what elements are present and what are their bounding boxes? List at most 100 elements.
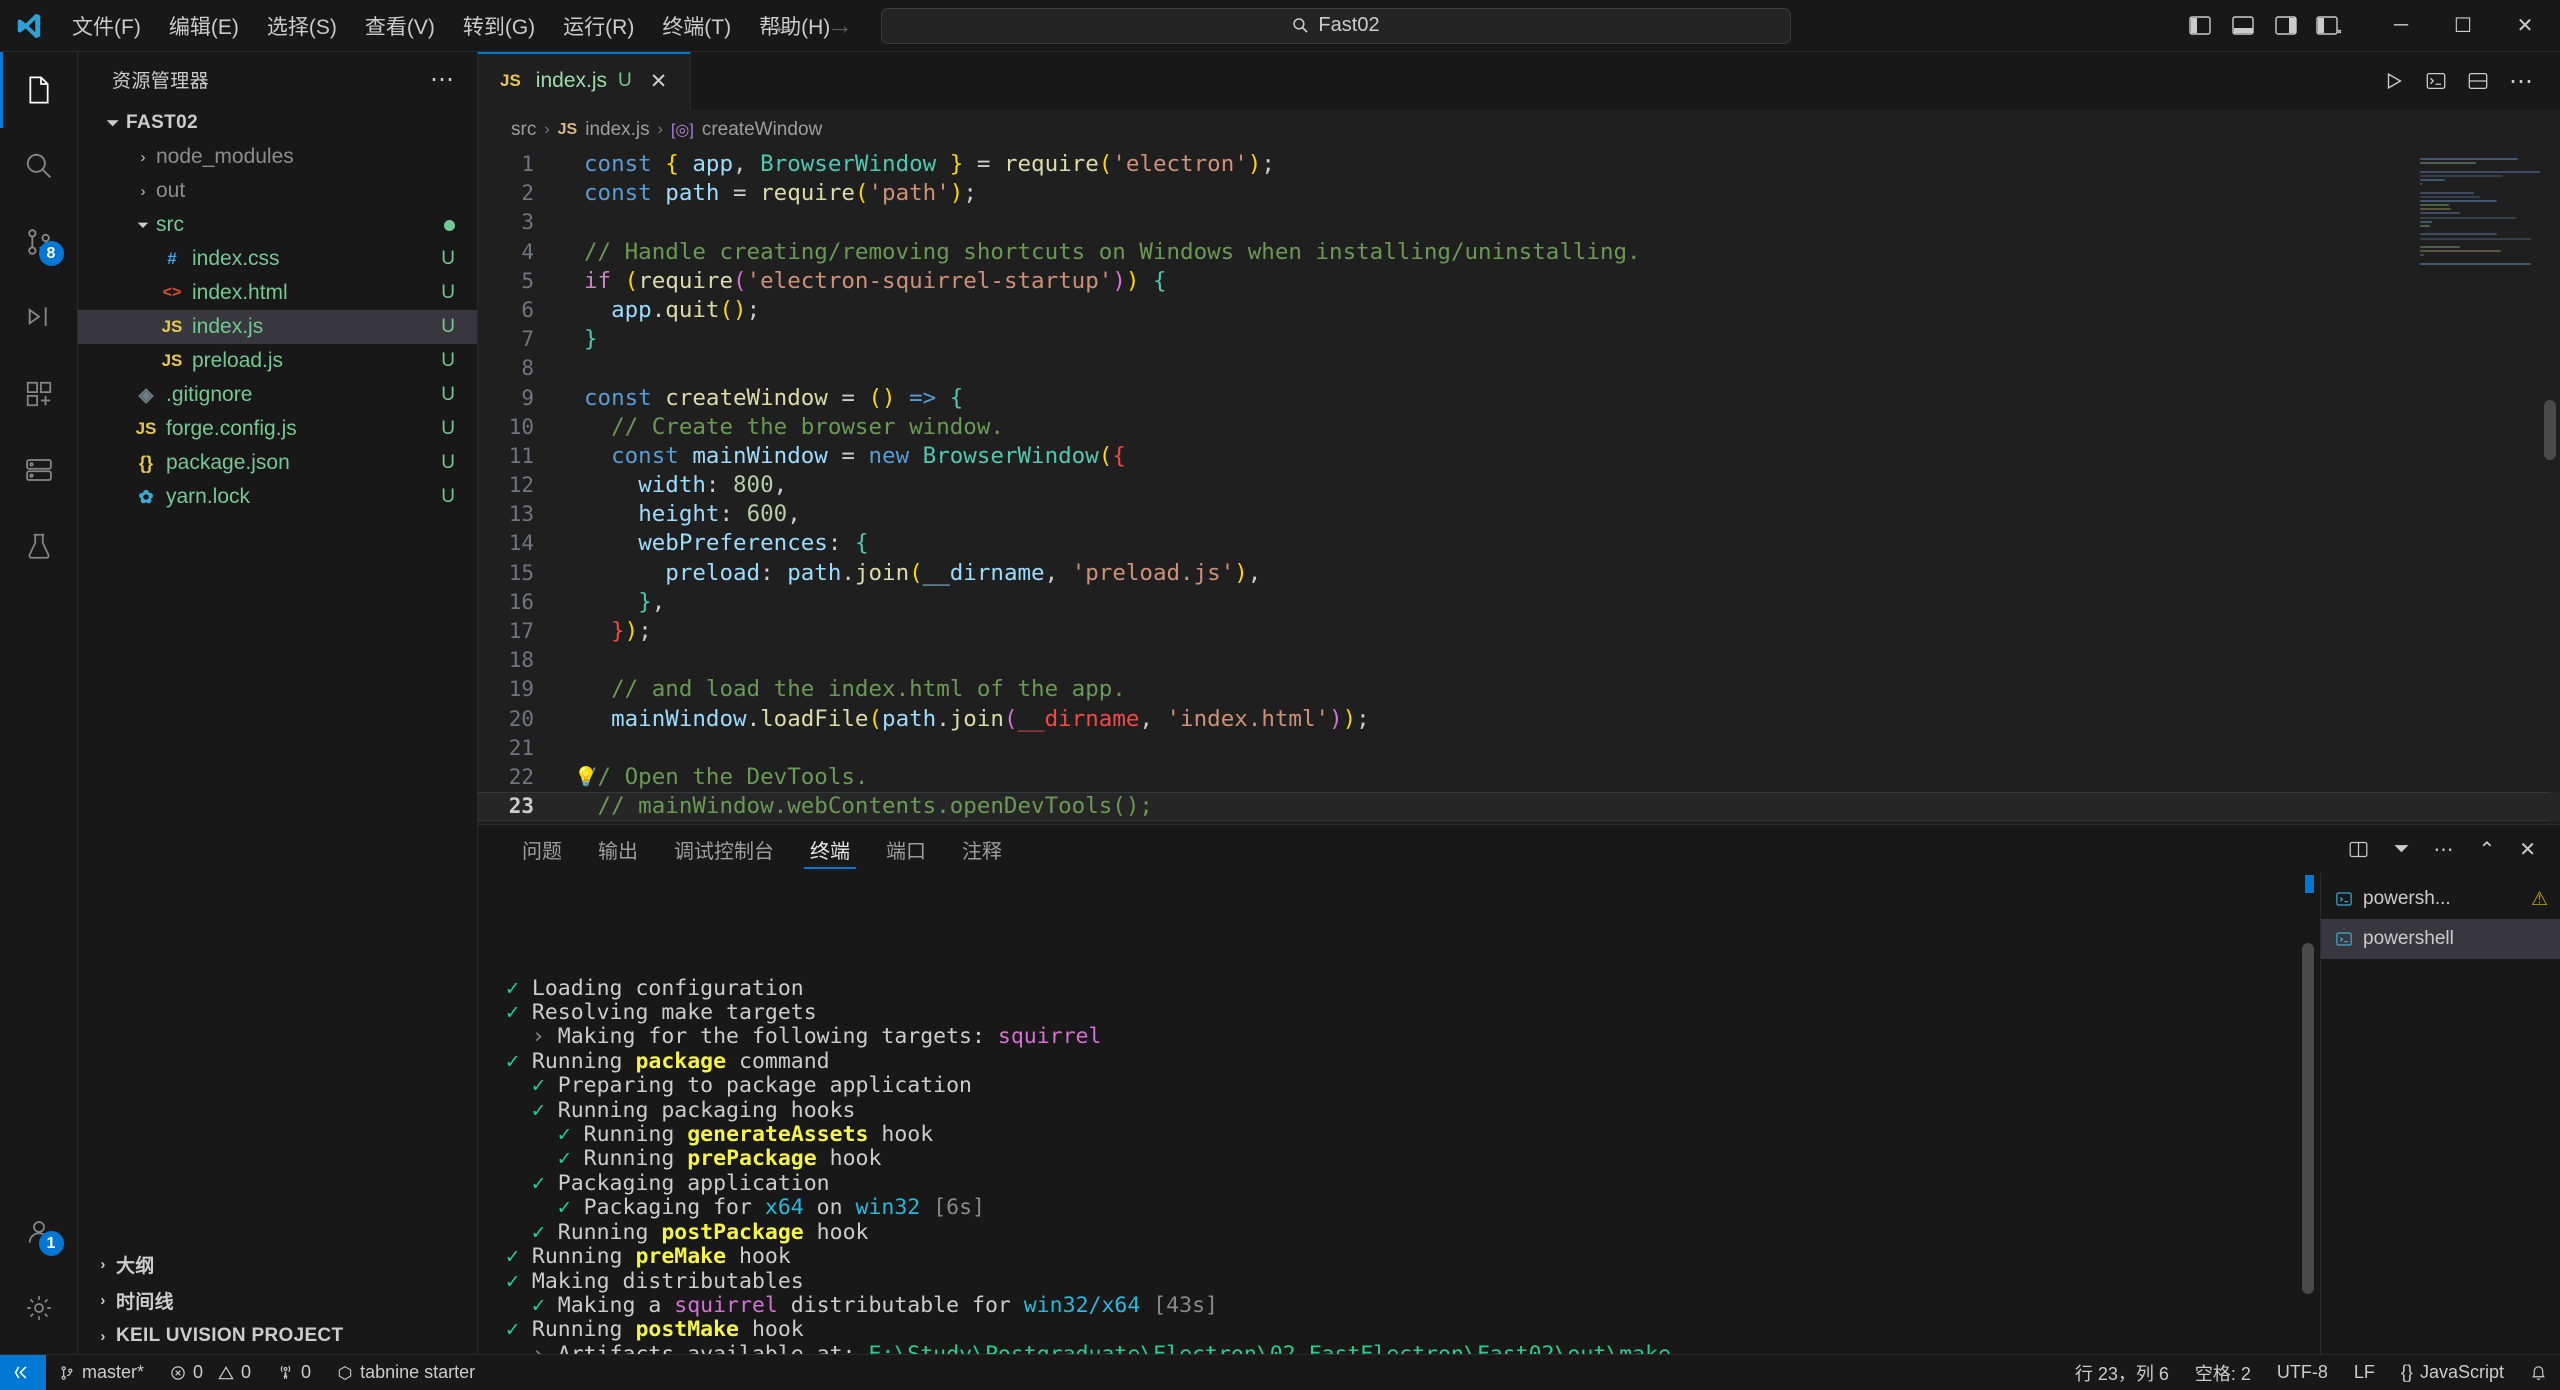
code-line[interactable]: 5 if (require('electron-squirrel-startup'… xyxy=(478,267,2560,296)
editor-scrollbar[interactable] xyxy=(2544,400,2556,460)
activity-item-testing[interactable] xyxy=(0,508,78,584)
window-close-button[interactable]: ✕ xyxy=(2494,0,2556,52)
panel-tab-problems[interactable]: 问题 xyxy=(504,825,580,873)
lightbulb-icon[interactable]: 💡 xyxy=(574,763,598,792)
code-line[interactable]: 20 mainWindow.loadFile(path.join(__dirna… xyxy=(478,705,2560,734)
code-line[interactable]: 24}; xyxy=(478,821,2560,824)
tree-item-node-modules[interactable]: › node_modules xyxy=(78,140,477,174)
status-branch[interactable]: master* xyxy=(46,1355,157,1390)
panel-tab-ports[interactable]: 端口 xyxy=(868,825,944,873)
activity-item-explorer[interactable] xyxy=(0,52,78,128)
activity-item-extensions[interactable] xyxy=(0,356,78,432)
chevron-down-icon[interactable]: ⏷ xyxy=(2393,838,2409,861)
window-maximize-button[interactable]: ☐ xyxy=(2432,0,2494,52)
menu-go[interactable]: 转到(G) xyxy=(449,5,549,47)
status-tabnine[interactable]: tabnine starter xyxy=(324,1355,488,1390)
code-line[interactable]: 21 xyxy=(478,734,2560,763)
status-encoding[interactable]: UTF-8 xyxy=(2264,1355,2341,1390)
run-icon[interactable] xyxy=(2383,70,2405,92)
code-line[interactable]: 18 xyxy=(478,646,2560,675)
close-icon[interactable]: ✕ xyxy=(643,67,675,96)
tree-item-src[interactable]: ⏷ src xyxy=(78,208,477,242)
tree-item-forge-config-js[interactable]: JS forge.config.js U xyxy=(78,412,477,446)
code-line[interactable]: 10 // Create the browser window. xyxy=(478,413,2560,442)
menu-selection[interactable]: 选择(S) xyxy=(253,5,351,47)
code-line[interactable]: 4 // Handle creating/removing shortcuts o… xyxy=(478,238,2560,267)
menu-view[interactable]: 查看(V) xyxy=(351,5,449,47)
terminal-list-item-powershell-2[interactable]: powershell xyxy=(2321,919,2560,959)
status-notifications[interactable] xyxy=(2517,1355,2560,1390)
remote-window-icon[interactable] xyxy=(0,1354,46,1390)
status-eol[interactable]: LF xyxy=(2341,1355,2388,1390)
code-line[interactable]: 13 height: 600, xyxy=(478,500,2560,529)
menu-edit[interactable]: 编辑(E) xyxy=(155,5,253,47)
code-line[interactable]: 3 xyxy=(478,208,2560,237)
toggle-panel-icon[interactable] xyxy=(2224,7,2262,45)
maximize-panel-icon[interactable]: ⌃ xyxy=(2478,837,2495,862)
more-actions-icon[interactable]: ⋯ xyxy=(2433,837,2454,862)
minimap[interactable] xyxy=(2420,158,2540,278)
code-editor[interactable]: 1 const { app, BrowserWindow } = require(… xyxy=(478,150,2560,824)
activity-item-remote-explorer[interactable] xyxy=(0,432,78,508)
activity-item-manage[interactable] xyxy=(0,1270,78,1346)
tree-item-preload-js[interactable]: JS preload.js U xyxy=(78,344,477,378)
code-line[interactable]: 15 preload: path.join(__dirname, 'preloa… xyxy=(478,559,2560,588)
split-terminal-icon[interactable] xyxy=(2425,70,2447,92)
activity-item-accounts[interactable]: 1 xyxy=(0,1194,78,1270)
customize-layout-icon[interactable] xyxy=(2310,7,2348,45)
code-line[interactable]: 9 const createWindow = () => { xyxy=(478,384,2560,413)
code-line[interactable]: 1 const { app, BrowserWindow } = require(… xyxy=(478,150,2560,179)
code-line[interactable]: 19 // and load the index.html of the app… xyxy=(478,675,2560,704)
panel-tab-comments[interactable]: 注释 xyxy=(944,825,1020,873)
terminal-list-item-powershell-1[interactable]: powersh... ⚠ xyxy=(2321,879,2560,919)
panel-tab-terminal[interactable]: 终端 xyxy=(792,825,868,873)
code-line[interactable]: 2 const path = require('path'); xyxy=(478,179,2560,208)
panel-tab-output[interactable]: 输出 xyxy=(580,825,656,873)
activity-item-source-control[interactable]: 8 xyxy=(0,204,78,280)
status-cursor-position[interactable]: 行 23，列 6 xyxy=(2062,1355,2182,1390)
menu-run[interactable]: 运行(R) xyxy=(549,5,648,47)
tree-item-package-json[interactable]: {} package.json U xyxy=(78,446,477,480)
more-actions-icon[interactable]: ⋯ xyxy=(2509,67,2534,96)
sidebar-section-outline[interactable]: › 大纲 xyxy=(78,1246,477,1282)
terminal-scrollbar[interactable] xyxy=(2302,943,2314,1294)
code-lines[interactable]: 1 const { app, BrowserWindow } = require(… xyxy=(478,150,2560,824)
tree-item-index-js[interactable]: JS index.js U xyxy=(78,310,477,344)
code-line[interactable]: 17 }); xyxy=(478,617,2560,646)
window-minimize-button[interactable]: ─ xyxy=(2370,0,2432,52)
toggle-secondary-sidebar-icon[interactable] xyxy=(2267,7,2305,45)
split-terminal-icon[interactable] xyxy=(2348,839,2369,860)
breadcrumb-file[interactable]: index.js xyxy=(585,119,649,141)
activity-item-search[interactable] xyxy=(0,128,78,204)
status-language-mode[interactable]: {} JavaScript xyxy=(2388,1355,2517,1390)
code-line[interactable]: 11 const mainWindow = new BrowserWindow(… xyxy=(478,442,2560,471)
tree-item-index-html[interactable]: <> index.html U xyxy=(78,276,477,310)
close-panel-icon[interactable]: ✕ xyxy=(2519,837,2536,862)
breadcrumb-folder[interactable]: src xyxy=(511,119,536,141)
split-editor-icon[interactable] xyxy=(2467,70,2489,92)
tree-item-index-css[interactable]: # index.css U xyxy=(78,242,477,276)
status-problems[interactable]: 0 0 xyxy=(157,1355,264,1390)
activity-item-run-and-debug[interactable] xyxy=(0,280,78,356)
breadcrumb-symbol[interactable]: createWindow xyxy=(702,119,822,141)
code-line[interactable]: 23 // mainWindow.webContents.openDevTool… xyxy=(478,792,2560,822)
toggle-primary-sidebar-icon[interactable] xyxy=(2181,7,2219,45)
code-line[interactable]: 16 }, xyxy=(478,588,2560,617)
menu-file[interactable]: 文件(F) xyxy=(58,5,155,47)
code-line[interactable]: 22 💡// Open the DevTools. xyxy=(478,763,2560,792)
tree-root-fast02[interactable]: ⏷ FAST02 xyxy=(78,106,477,140)
terminal-output[interactable]: ✓ Loading configuration ✓ Resolving make … xyxy=(478,873,2320,1354)
code-line[interactable]: 8 xyxy=(478,354,2560,383)
forward-arrow-icon[interactable]: → xyxy=(825,10,855,41)
tree-item-yarn-lock[interactable]: ✿ yarn.lock U xyxy=(78,480,477,514)
status-indentation[interactable]: 空格: 2 xyxy=(2182,1355,2264,1390)
status-ports[interactable]: 0 xyxy=(264,1355,324,1390)
sidebar-section-timeline[interactable]: › 时间线 xyxy=(78,1282,477,1318)
code-line[interactable]: 7} xyxy=(478,325,2560,354)
menu-terminal[interactable]: 终端(T) xyxy=(648,5,745,47)
tree-item-out[interactable]: › out xyxy=(78,174,477,208)
code-line[interactable]: 12 width: 800, xyxy=(478,471,2560,500)
sidebar-more-actions-icon[interactable]: ⋯ xyxy=(430,65,455,94)
code-line[interactable]: 14 webPreferences: { xyxy=(478,529,2560,558)
quick-open-search[interactable]: Fast02 xyxy=(881,7,1791,44)
